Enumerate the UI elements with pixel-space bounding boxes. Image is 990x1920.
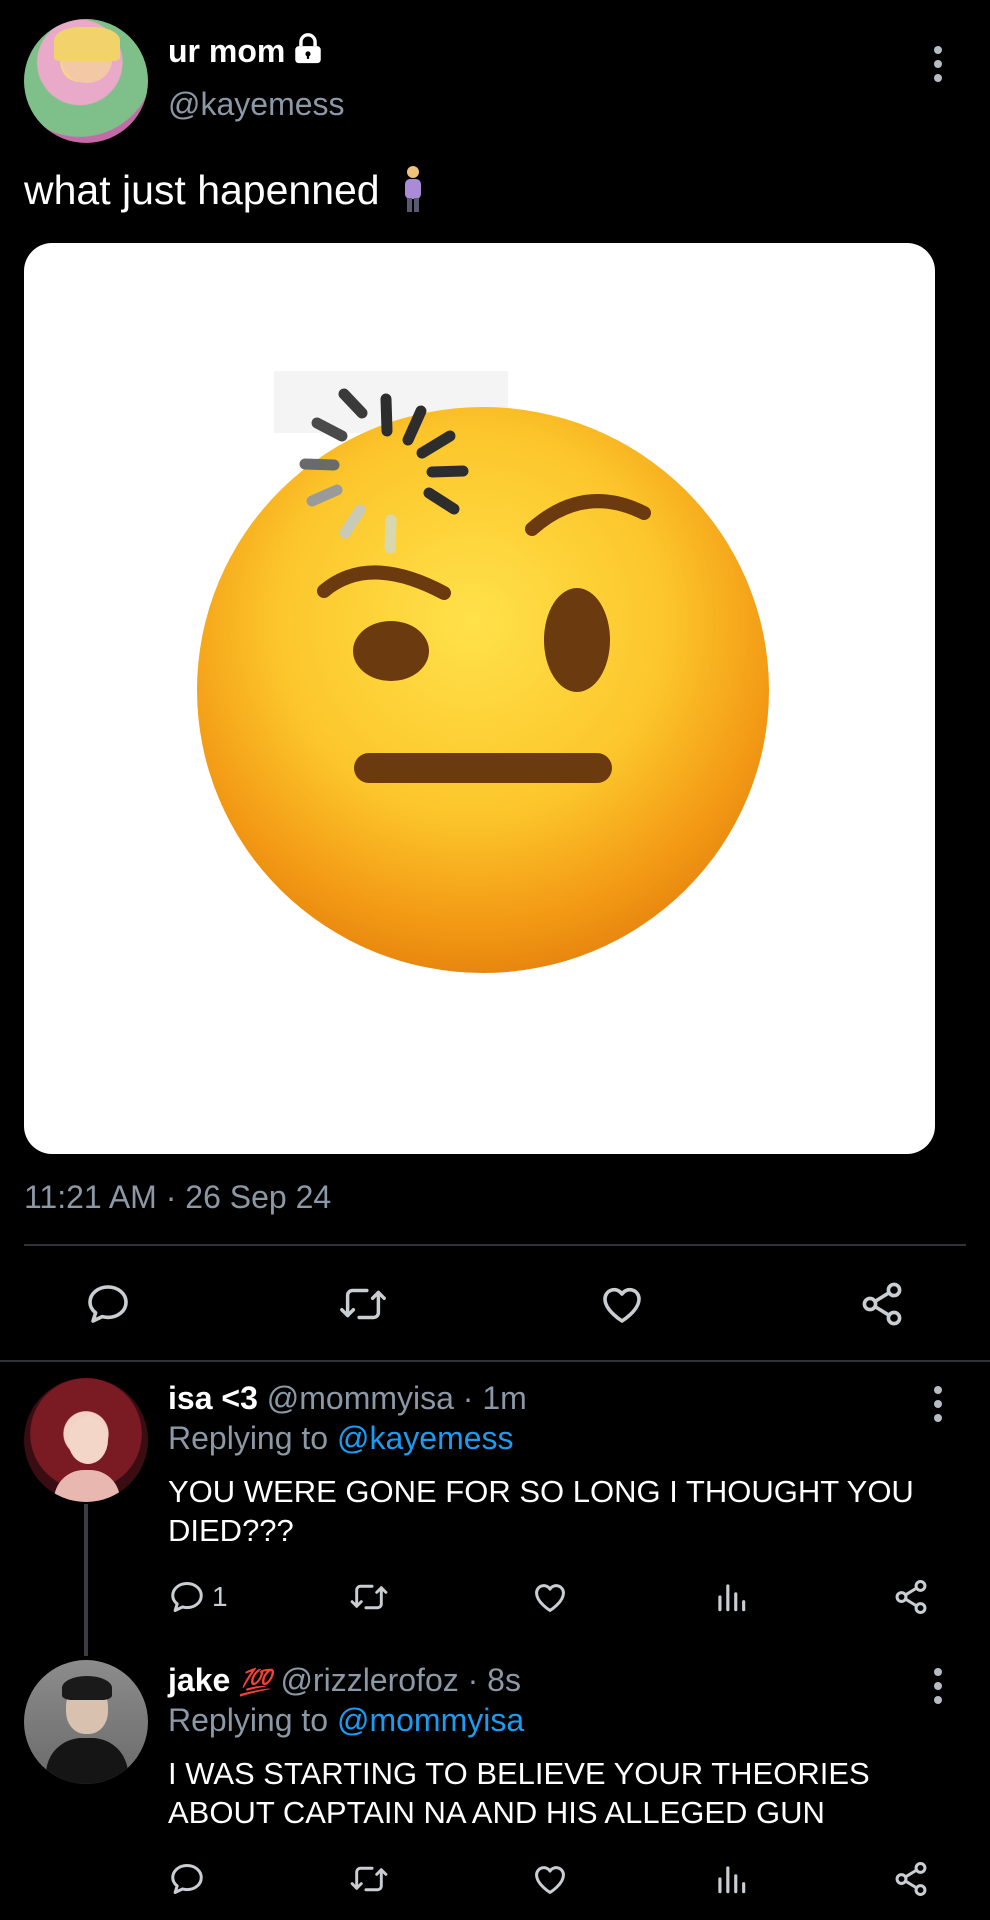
avatar[interactable] bbox=[24, 1378, 148, 1502]
like-icon bbox=[535, 1866, 565, 1894]
like-button[interactable] bbox=[598, 1280, 646, 1333]
reply-button[interactable]: 1 bbox=[168, 1578, 228, 1616]
display-name[interactable]: jake bbox=[168, 1662, 230, 1698]
reply-text: I WAS STARTING TO BELIEVE YOUR THEORIES … bbox=[168, 1756, 870, 1830]
replying-to: Replying to @mommyisa bbox=[168, 1702, 524, 1739]
replying-to: Replying to @kayemess bbox=[168, 1420, 514, 1457]
replying-to-label: Replying to bbox=[168, 1420, 337, 1456]
separator: · bbox=[467, 1662, 479, 1698]
analytics-icon bbox=[718, 1584, 746, 1612]
share-button[interactable] bbox=[858, 1280, 906, 1333]
handle[interactable]: @kayemess bbox=[168, 86, 345, 123]
mention-link[interactable]: @kayemess bbox=[337, 1420, 514, 1456]
reply-icon bbox=[171, 1582, 203, 1612]
reply-header: isa <3 @mommyisa · 1m bbox=[168, 1380, 527, 1417]
reply-time: 8s bbox=[487, 1662, 521, 1698]
display-name[interactable]: isa <3 bbox=[168, 1380, 258, 1416]
retweet-button[interactable] bbox=[349, 1860, 389, 1903]
divider bbox=[24, 1244, 966, 1246]
reply-text: YOU WERE GONE FOR SO LONG I THOUGHT YOU … bbox=[168, 1474, 914, 1548]
lock-icon bbox=[291, 32, 325, 71]
hundred-points-emoji: 💯 bbox=[239, 1667, 272, 1697]
reply-time: 1m bbox=[482, 1380, 527, 1416]
retweet-icon bbox=[340, 1288, 386, 1320]
handle[interactable]: @rizzlerofoz bbox=[280, 1662, 458, 1698]
more-options-icon[interactable] bbox=[932, 1386, 944, 1422]
thread-line bbox=[84, 1504, 88, 1656]
share-icon bbox=[895, 1579, 927, 1615]
analytics-button[interactable] bbox=[712, 1578, 750, 1621]
display-name[interactable]: ur mom bbox=[168, 33, 285, 70]
divider bbox=[0, 1360, 990, 1362]
more-options-icon[interactable] bbox=[932, 1668, 944, 1704]
tweet-timestamp: 11:21 AM · 26 Sep 24 bbox=[24, 1179, 332, 1215]
tweet-text: what just hapenned bbox=[24, 166, 380, 213]
more-options-icon[interactable] bbox=[932, 46, 944, 82]
face-with-raised-eyebrow-loading-emoji bbox=[197, 371, 769, 973]
separator: · bbox=[462, 1380, 474, 1416]
like-button[interactable] bbox=[531, 1578, 569, 1621]
share-icon bbox=[895, 1861, 927, 1897]
reply-header: jake 💯 @rizzlerofoz · 8s bbox=[168, 1662, 521, 1699]
share-button[interactable] bbox=[892, 1860, 930, 1903]
like-icon bbox=[535, 1584, 565, 1612]
replying-to-label: Replying to bbox=[168, 1702, 337, 1738]
author-row: ur mom bbox=[168, 32, 325, 71]
avatar[interactable] bbox=[24, 1660, 148, 1784]
reply-icon bbox=[88, 1285, 128, 1323]
handle[interactable]: @mommyisa bbox=[267, 1380, 454, 1416]
mention-link[interactable]: @mommyisa bbox=[337, 1702, 524, 1738]
reply-count: 1 bbox=[212, 1581, 228, 1612]
retweet-button[interactable] bbox=[338, 1280, 388, 1333]
person-standing-emoji bbox=[402, 166, 424, 214]
avatar[interactable] bbox=[24, 19, 148, 143]
tweet-media[interactable] bbox=[24, 243, 935, 1154]
share-icon bbox=[862, 1282, 902, 1326]
analytics-icon bbox=[718, 1866, 746, 1894]
reply-icon bbox=[171, 1864, 203, 1894]
tweet-text-row: what just hapenned bbox=[24, 166, 424, 214]
share-button[interactable] bbox=[892, 1578, 930, 1621]
retweet-icon bbox=[350, 1866, 388, 1892]
reply-button[interactable] bbox=[84, 1280, 132, 1333]
like-icon bbox=[603, 1287, 641, 1323]
reply-button[interactable] bbox=[168, 1860, 206, 1903]
retweet-button[interactable] bbox=[349, 1578, 389, 1621]
retweet-icon bbox=[350, 1584, 388, 1610]
like-button[interactable] bbox=[531, 1860, 569, 1903]
analytics-button[interactable] bbox=[712, 1860, 750, 1903]
